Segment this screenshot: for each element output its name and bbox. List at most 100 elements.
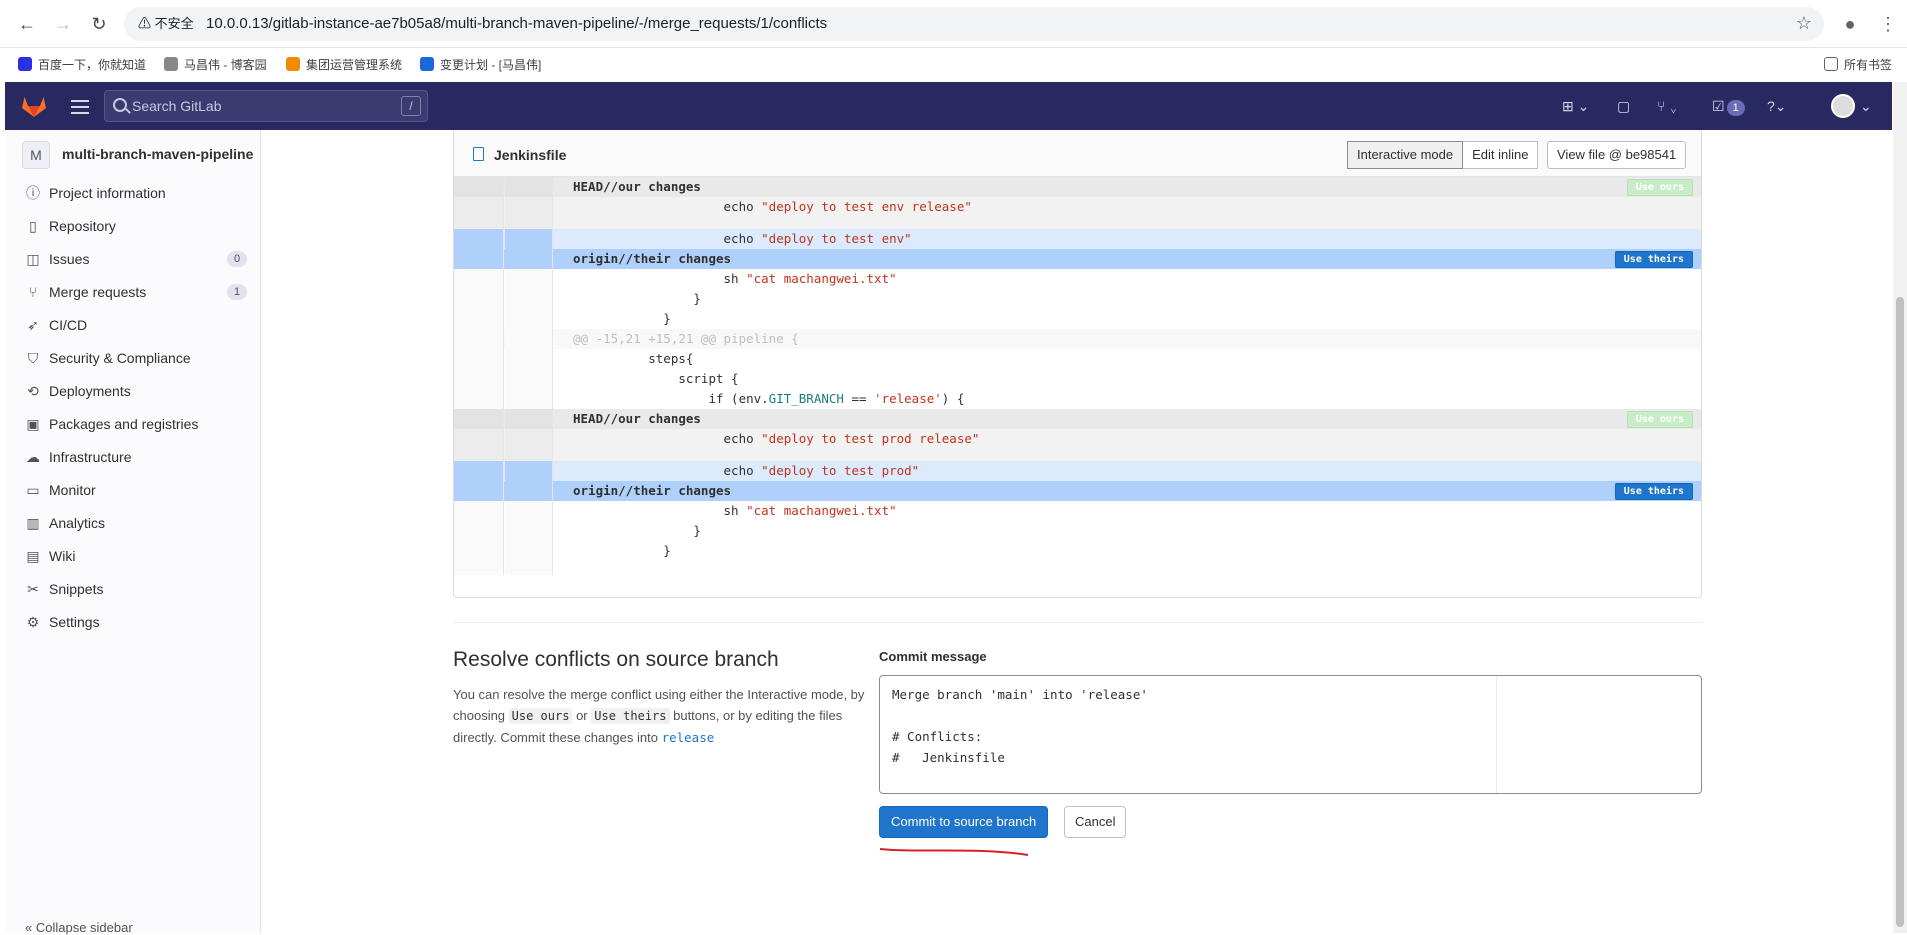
sidebar-item-repository[interactable]: ▯ Repository (17, 211, 249, 241)
resolve-description: You can resolve the merge conflict using… (453, 687, 865, 745)
old-line-number (454, 541, 504, 561)
sidebar-item-security[interactable]: ⛉ Security & Compliance (17, 343, 249, 373)
sidebar-item-analytics[interactable]: ▥ Analytics (17, 508, 249, 538)
file-icon (473, 147, 484, 161)
old-line-number (454, 217, 504, 229)
conflict-header-line: HEAD//our changes Use ours (454, 409, 1701, 429)
code-line: echo "deploy to test prod release" (454, 429, 1701, 449)
interactive-mode-button[interactable]: Interactive mode (1347, 141, 1464, 169)
new-line-number (505, 269, 553, 289)
code-text: } (573, 543, 671, 558)
forward-icon[interactable]: → (51, 12, 75, 36)
old-line-number (454, 349, 504, 369)
code-text: sh "cat machangwei.txt" (573, 503, 897, 518)
bookmark-star-icon[interactable]: ☆ (1796, 13, 1812, 34)
create-new-icon[interactable]: ⊞ ⌄ (1562, 96, 1589, 116)
edit-inline-button[interactable]: Edit inline (1463, 141, 1539, 169)
system-icon (286, 57, 300, 71)
sidebar-item-cicd[interactable]: ➶ CI/CD (17, 310, 249, 340)
rocket-icon: ➶ (27, 317, 39, 333)
code-line: echo "deploy to test env release" (454, 197, 1701, 217)
red-underline-annotation (879, 848, 1029, 856)
bookmark-item[interactable]: 变更计划 - [马昌伟] (420, 57, 541, 73)
new-line-number (505, 481, 553, 501)
reload-icon[interactable]: ↻ (87, 12, 111, 36)
new-line-number (505, 461, 553, 481)
merge-requests-header-icon[interactable]: ⑂ ⌄ (1657, 96, 1678, 116)
sidebar-item-deployments[interactable]: ⟲ Deployments (17, 376, 249, 406)
new-line-number (505, 349, 553, 369)
search-placeholder: Search GitLab (132, 98, 222, 114)
search-input[interactable]: Search GitLab / (104, 90, 428, 122)
help-icon[interactable]: ?⌄ (1767, 96, 1787, 116)
conflict-header-line: HEAD//our changes Use ours (454, 177, 1701, 197)
view-file-button[interactable]: View file @ be98541 (1547, 141, 1687, 169)
user-avatar[interactable] (1831, 94, 1855, 118)
sidebar-item-project-information[interactable]: ⓘ Project information (17, 178, 249, 208)
code-line: } (454, 289, 1701, 309)
cloud-icon: ☁ (26, 449, 40, 465)
hamburger-menu-icon[interactable] (71, 96, 89, 116)
address-bar[interactable]: ⚠ 不安全 10.0.0.13/gitlab-instance-ae7b05a8… (124, 7, 1824, 41)
back-icon[interactable]: ← (15, 12, 39, 36)
sidebar-item-issues[interactable]: ◫ Issues 0 (17, 244, 249, 274)
new-line-number (505, 369, 553, 389)
target-branch-link[interactable]: release (662, 730, 715, 745)
commit-message-textarea[interactable]: Merge branch 'main' into 'release' # Con… (879, 675, 1702, 794)
use-theirs-button[interactable]: Use theirs (1614, 483, 1693, 500)
old-line-number (454, 501, 504, 521)
page-scrollbar[interactable] (1893, 82, 1907, 933)
all-bookmarks[interactable]: 所有书签 (1824, 57, 1892, 73)
chevron-down-icon[interactable]: ⌄ (1860, 96, 1872, 116)
menu-icon[interactable]: ⋮ (1876, 12, 1900, 36)
code-text: } (573, 291, 701, 306)
conflict-file-card: Jenkinsfile Interactive mode Edit inline… (453, 130, 1702, 598)
use-ours-button[interactable]: Use ours (1626, 179, 1693, 196)
sidebar-item-wiki[interactable]: ▤ Wiki (17, 541, 249, 571)
insecure-indicator[interactable]: ⚠ 不安全 (134, 15, 198, 33)
sidebar-item-packages[interactable]: ▣ Packages and registries (17, 409, 249, 439)
shield-icon: ⛉ (27, 350, 39, 366)
deployments-icon: ⟲ (27, 383, 39, 399)
sidebar-item-monitor[interactable]: ▭ Monitor (17, 475, 249, 505)
code-text: } (573, 311, 671, 326)
new-line-number (505, 309, 553, 329)
sidebar-item-merge-requests[interactable]: ⑂ Merge requests 1 (17, 277, 249, 307)
bookmark-item[interactable]: 马昌伟 - 博客园 (164, 57, 267, 73)
info-icon: ⓘ (26, 185, 40, 201)
cancel-button[interactable]: Cancel (1064, 806, 1127, 838)
code-text: HEAD//our changes (573, 179, 701, 194)
old-line-number (454, 177, 504, 197)
code-text: echo "deploy to test env" (573, 231, 912, 246)
old-line-number (454, 561, 504, 575)
use-ours-button[interactable]: Use ours (1626, 411, 1693, 428)
profile-icon[interactable]: ● (1838, 12, 1862, 36)
old-line-number (454, 369, 504, 389)
sidebar-item-infrastructure[interactable]: ☁ Infrastructure (17, 442, 249, 472)
section-divider (453, 622, 1702, 623)
sidebar-item-snippets[interactable]: ✂ Snippets (17, 574, 249, 604)
commit-to-source-branch-button[interactable]: Commit to source branch (879, 806, 1049, 838)
new-line-number (505, 521, 553, 541)
new-line-number (505, 561, 553, 575)
new-line-number (505, 501, 553, 521)
code-text: origin//their changes (573, 483, 732, 498)
use-theirs-button[interactable]: Use theirs (1614, 251, 1693, 268)
todos-icon[interactable]: ☑ 1 (1712, 96, 1745, 116)
url-text[interactable]: 10.0.0.13/gitlab-instance-ae7b05a8/multi… (206, 15, 827, 33)
project-sidebar: M multi-branch-maven-pipeline ⓘ Project i… (5, 130, 261, 935)
gitlab-logo-icon[interactable] (21, 94, 47, 118)
code-line: } (454, 521, 1701, 541)
commit-message-label: Commit message (879, 649, 987, 664)
monitor-icon: ▭ (26, 482, 40, 498)
code-line: sh "cat machangwei.txt" (454, 501, 1701, 521)
code-line: if (env.GIT_BRANCH == 'release') { (454, 389, 1701, 409)
file-icon: ▯ (29, 218, 37, 234)
issues-header-icon[interactable]: ▢ (1617, 96, 1630, 116)
resolve-title: Resolve conflicts on source branch (453, 648, 779, 671)
scrollbar-thumb[interactable] (1896, 297, 1904, 927)
file-name: Jenkinsfile (494, 147, 567, 163)
sidebar-item-settings[interactable]: ⚙ Settings (17, 607, 249, 637)
bookmark-item[interactable]: 百度一下，你就知道 (18, 57, 146, 73)
bookmark-item[interactable]: 集团运营管理系统 (286, 57, 402, 73)
